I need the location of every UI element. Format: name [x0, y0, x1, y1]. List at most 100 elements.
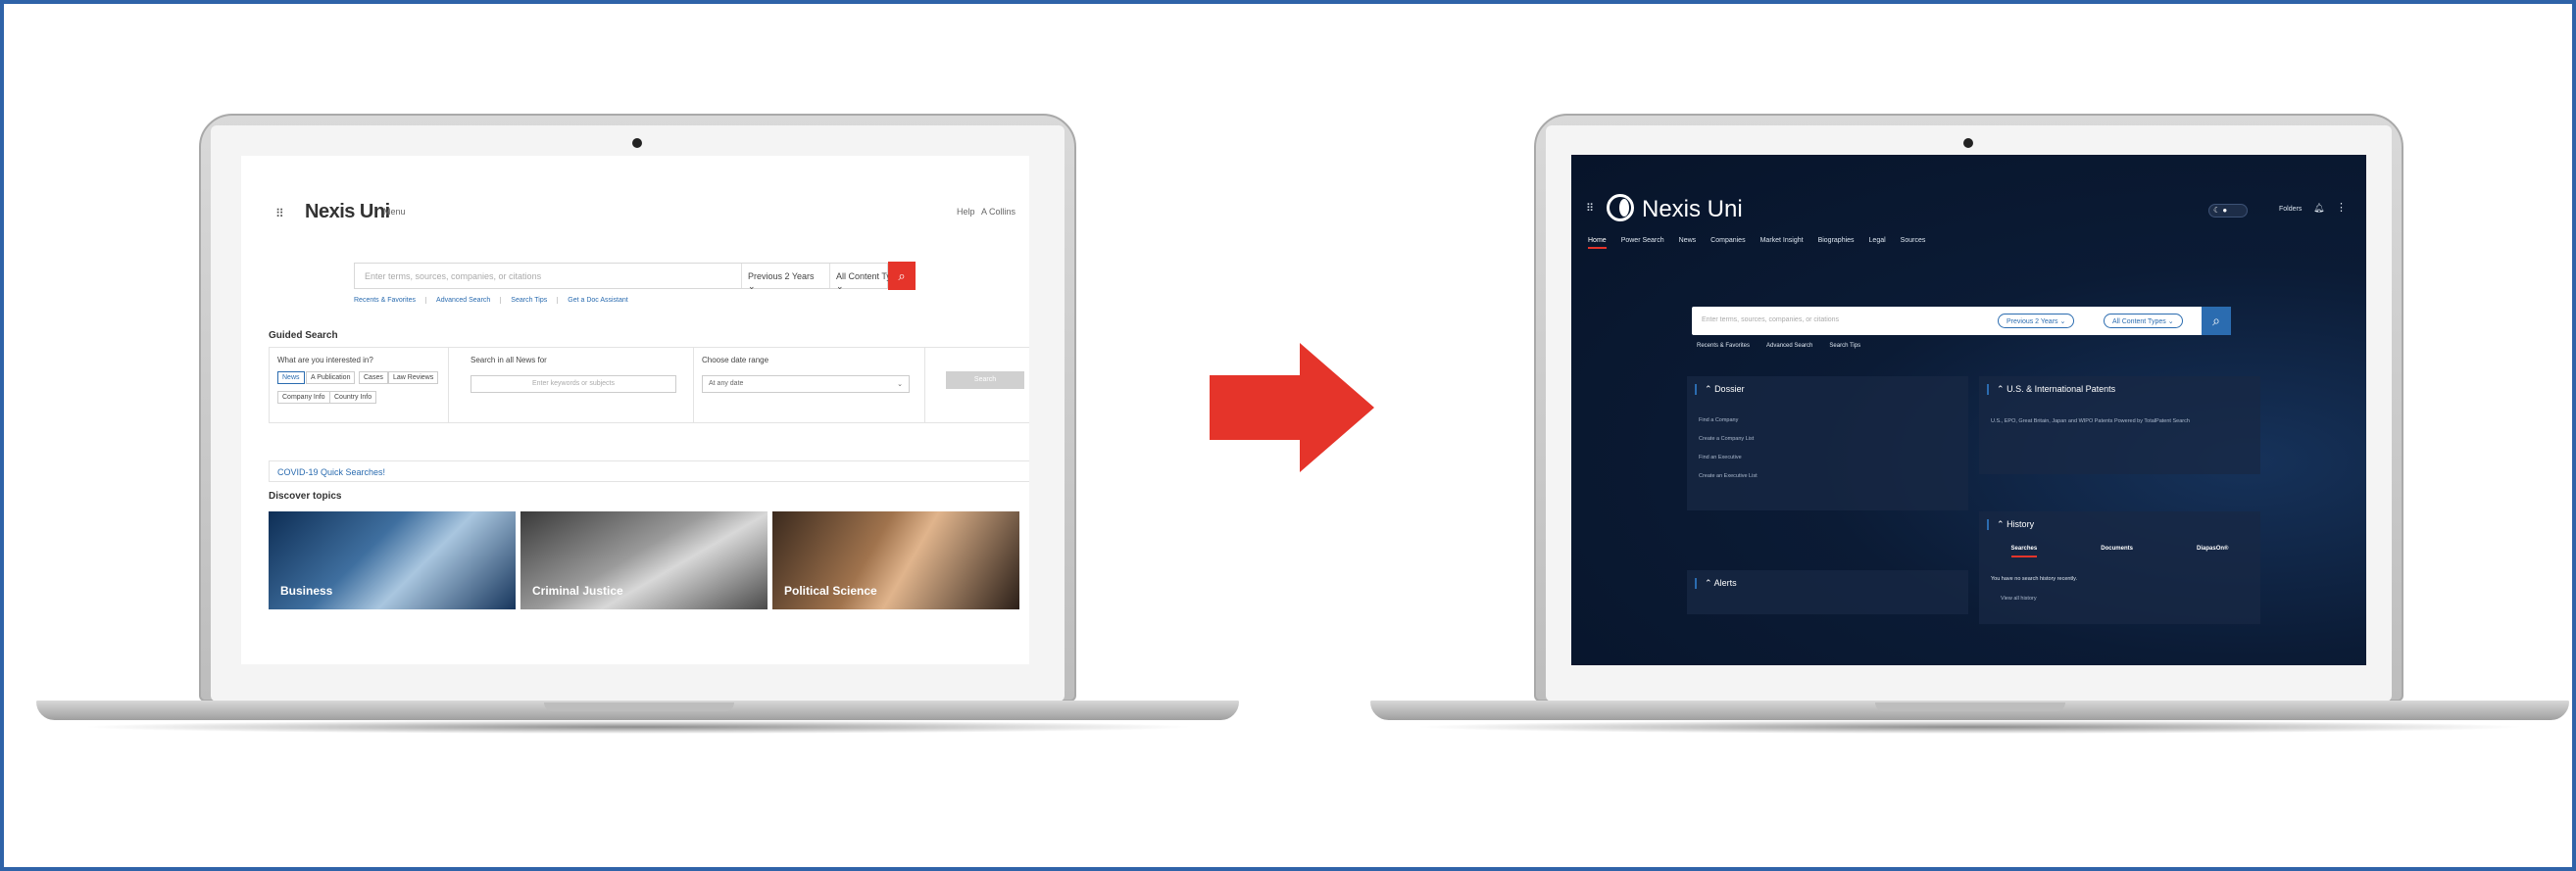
advanced-search-link[interactable]: Advanced Search: [436, 297, 502, 304]
help-link[interactable]: Help: [957, 207, 975, 217]
topic-card-label: Political Science: [784, 584, 877, 598]
topic-card-criminal-justice[interactable]: Criminal Justice: [520, 511, 768, 609]
search-links: Recents & Favorites Advanced Search Sear…: [1697, 343, 1860, 349]
chip-country-info[interactable]: Country Info: [329, 391, 377, 404]
chip-law-reviews[interactable]: Law Reviews: [388, 371, 439, 384]
date-select-value: At any date: [709, 380, 744, 387]
nav-sources[interactable]: Sources: [1901, 237, 1926, 249]
laptop-notch: [544, 702, 734, 711]
topic-card-label: Business: [280, 584, 333, 598]
tab-documents[interactable]: Documents: [2101, 546, 2133, 557]
dossier-item[interactable]: Create a Company List: [1699, 436, 1754, 442]
guided-search-button[interactable]: Search: [946, 371, 1024, 389]
chevron-up-icon: ⌃: [1705, 384, 1712, 394]
chevron-up-icon: ⌃: [1705, 578, 1712, 588]
nexis-logo-icon: [1607, 194, 1634, 221]
alerts-panel: ⌃ Alerts: [1687, 570, 1968, 614]
date-range-dropdown[interactable]: Previous 2 Years ⌄: [741, 264, 829, 291]
screen-before: ⠿ Nexis Uni Menu Help A Collins Enter te…: [241, 156, 1029, 664]
chip-company-info[interactable]: Company Info: [277, 391, 330, 404]
patents-description: U.S., EPO, Great Britain, Japan and WIPO…: [1991, 418, 2190, 424]
guided-search-title: Guided Search: [269, 330, 338, 341]
content-type-dropdown[interactable]: All Content Types ⌄: [2104, 314, 2183, 328]
nav-power-search[interactable]: Power Search: [1621, 237, 1664, 249]
moon-icon: ☾: [2213, 206, 2221, 215]
patents-title: U.S. & International Patents: [2006, 384, 2116, 394]
search-placeholder: Enter terms, sources, companies, or cita…: [1702, 316, 1840, 323]
user-menu[interactable]: A Collins: [981, 207, 1016, 217]
nav-news[interactable]: News: [1679, 237, 1697, 249]
tab-searches[interactable]: Searches: [2010, 546, 2038, 557]
menu-link[interactable]: Menu: [383, 207, 406, 217]
date-select[interactable]: At any date ⌄: [702, 375, 910, 393]
recents-link[interactable]: Recents & Favorites: [1697, 343, 1750, 349]
dossier-item[interactable]: Find an Executive: [1699, 455, 1742, 460]
get-a-doc-link[interactable]: Get a Doc Assistant: [568, 297, 637, 304]
search-placeholder: Enter terms, sources, companies, or cita…: [365, 271, 542, 281]
folders-link[interactable]: Folders: [2279, 206, 2302, 213]
topic-card-business[interactable]: Business: [269, 511, 516, 609]
history-header[interactable]: ⌃ History: [1987, 519, 2034, 530]
history-tabs: Searches Documents DiapasOn®: [1979, 546, 2260, 557]
camera-icon: [632, 138, 642, 148]
date-range-label: Previous 2 Years: [748, 271, 815, 281]
nav-market-insight[interactable]: Market Insight: [1760, 237, 1804, 249]
history-empty-text: You have no search history recently.: [1991, 576, 2078, 582]
history-title: History: [2006, 519, 2035, 529]
search-links: Recents & Favorites Advanced Search Sear…: [354, 297, 638, 304]
date-column: Choose date range At any date ⌄: [694, 348, 925, 422]
date-range-dropdown[interactable]: Previous 2 Years ⌄: [1998, 314, 2075, 328]
search-icon: ⌕: [898, 268, 906, 283]
chevron-up-icon: ⌃: [1997, 519, 2005, 529]
app-logo[interactable]: Nexis Uni: [305, 201, 390, 223]
nav-legal[interactable]: Legal: [1869, 237, 1886, 249]
dossier-panel: ⌃ Dossier Find a Company Create a Compan…: [1687, 376, 1968, 510]
interest-column: What are you interested in? News A Publi…: [270, 348, 449, 422]
grid-menu-icon[interactable]: ⠿: [1586, 202, 1594, 215]
recents-link[interactable]: Recents & Favorites: [354, 297, 427, 304]
search-tips-link[interactable]: Search Tips: [511, 297, 559, 304]
discover-topics-title: Discover topics: [269, 491, 342, 502]
chevron-up-icon: ⌃: [1997, 384, 2005, 394]
search-tips-link[interactable]: Search Tips: [1829, 343, 1860, 349]
dossier-item[interactable]: Create an Executive List: [1699, 473, 1758, 479]
camera-icon: [1963, 138, 1973, 148]
advanced-search-link[interactable]: Advanced Search: [1766, 343, 1812, 349]
laptop-shadow: [1412, 720, 2528, 734]
alerts-header[interactable]: ⌃ Alerts: [1695, 578, 1737, 589]
view-all-history-link[interactable]: View all history: [2001, 596, 2037, 602]
nav-companies[interactable]: Companies: [1710, 237, 1745, 249]
topic-card-label: Criminal Justice: [532, 584, 623, 598]
covid-quick-searches-link[interactable]: COVID-19 Quick Searches!: [269, 460, 1029, 482]
keywords-input[interactable]: Enter keywords or subjects: [471, 375, 676, 393]
chevron-down-icon: ⌄: [897, 381, 903, 388]
laptop-shadow: [78, 720, 1197, 734]
tab-diapason[interactable]: DiapasOn®: [2197, 546, 2228, 557]
search-in-column: Search in all News for Enter keywords or…: [463, 348, 694, 422]
chip-news[interactable]: News: [277, 371, 305, 384]
bell-icon[interactable]: 🔔︎: [2313, 203, 2324, 214]
search-button[interactable]: ⌕: [888, 262, 916, 290]
search-in-label: Search in all News for: [471, 356, 547, 364]
search-button[interactable]: ⌕: [2202, 307, 2231, 335]
dossier-title: Dossier: [1714, 384, 1745, 394]
patents-header[interactable]: ⌃ U.S. & International Patents: [1987, 384, 2115, 395]
guided-search-panel: What are you interested in? News A Publi…: [269, 347, 1029, 423]
app-logo[interactable]: Nexis Uni: [1642, 196, 1743, 223]
chip-cases[interactable]: Cases: [359, 371, 388, 384]
grid-menu-icon[interactable]: ⠿: [275, 207, 284, 220]
nav-home[interactable]: Home: [1588, 237, 1607, 249]
topic-card-political-science[interactable]: Political Science: [772, 511, 1019, 609]
search-input[interactable]: Enter terms, sources, companies, or cita…: [1692, 307, 2202, 335]
nav-biographies[interactable]: Biographies: [1818, 237, 1855, 249]
theme-toggle[interactable]: ☾ ●: [2208, 204, 2248, 218]
transition-arrow-icon: [1210, 343, 1374, 472]
date-range-label: Previous 2 Years: [2006, 318, 2058, 325]
history-panel: ⌃ History Searches Documents DiapasOn® Y…: [1979, 511, 2260, 624]
dossier-item[interactable]: Find a Company: [1699, 417, 1738, 423]
chip-publication[interactable]: A Publication: [306, 371, 356, 384]
more-options-icon[interactable]: ⋮: [2336, 201, 2347, 214]
header: ⠿ Nexis Uni Menu Help A Collins: [241, 156, 1029, 222]
dossier-header[interactable]: ⌃ Dossier: [1695, 384, 1745, 395]
search-input[interactable]: Enter terms, sources, companies, or cita…: [354, 263, 905, 291]
